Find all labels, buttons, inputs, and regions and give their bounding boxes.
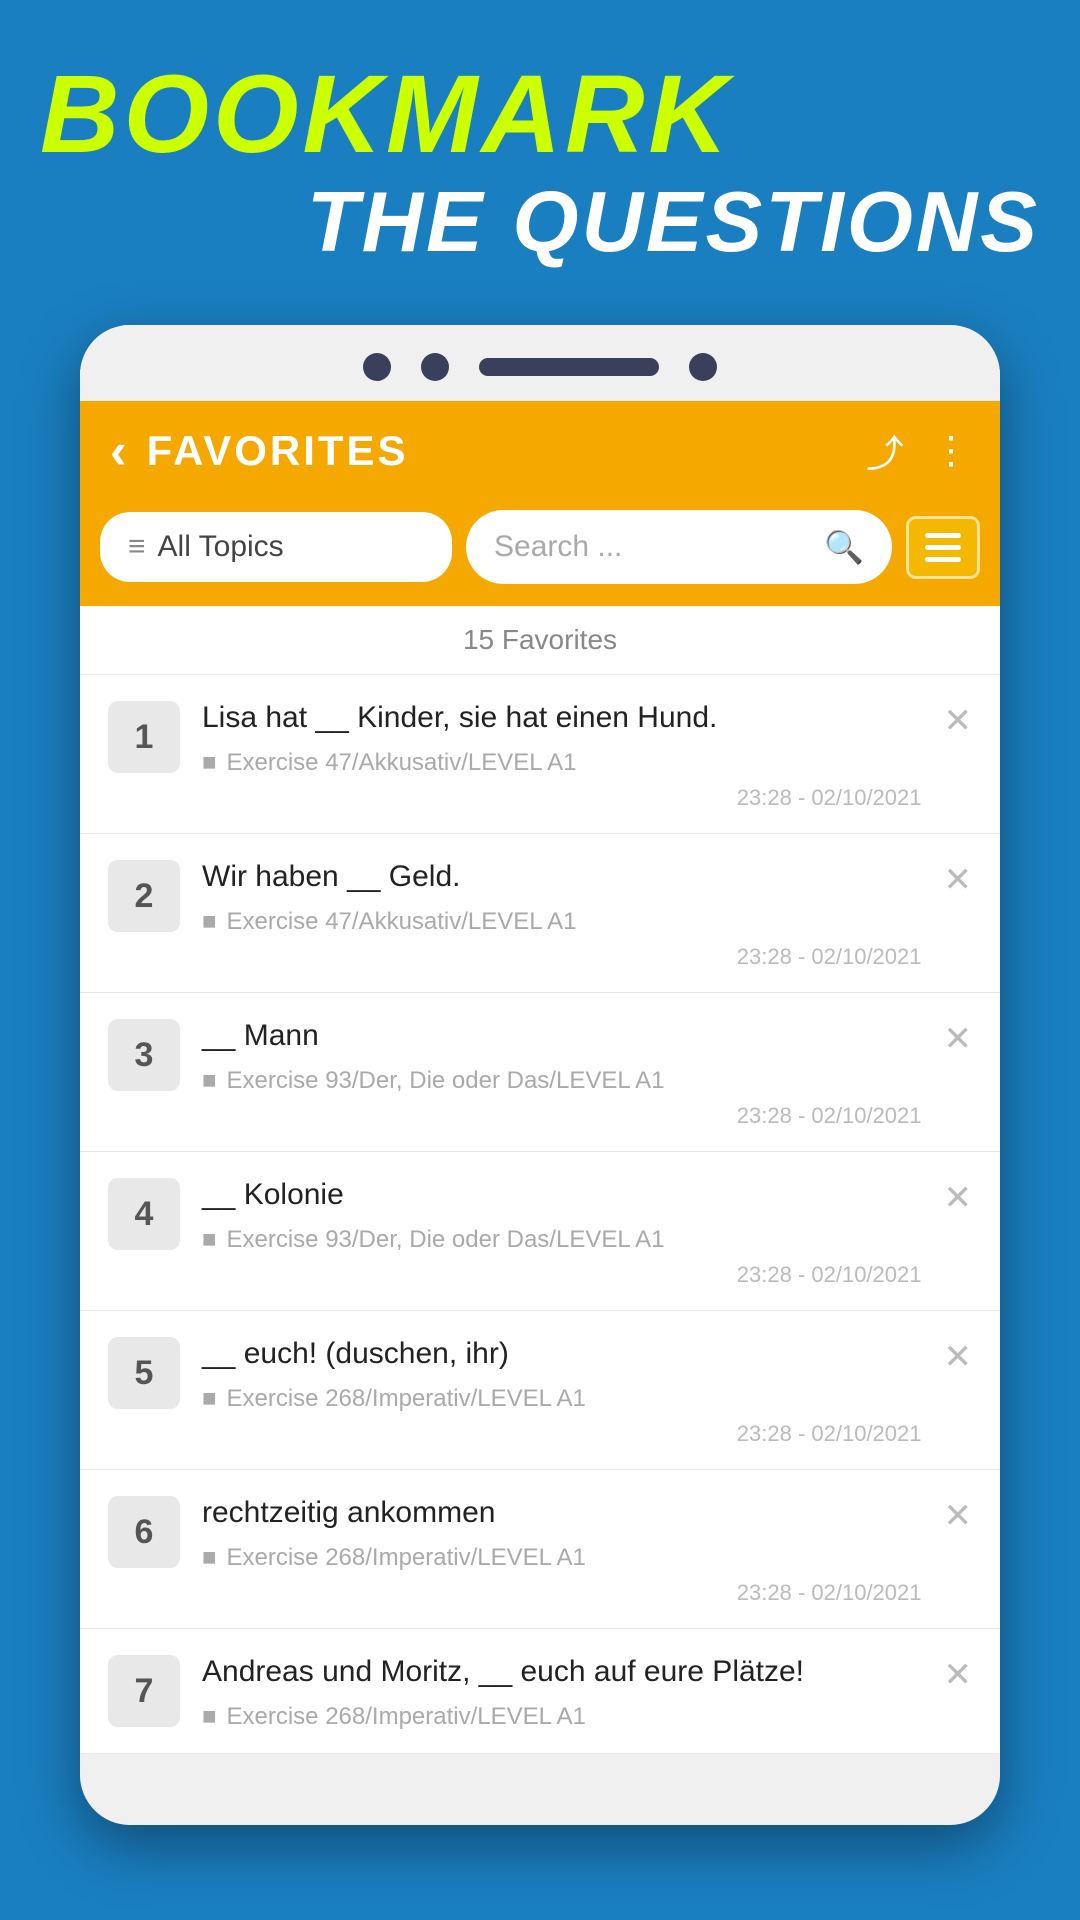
menu-line-2 <box>925 545 961 550</box>
list-item: 2 Wir haben __ Geld. ■ Exercise 47/Akkus… <box>80 834 1000 993</box>
remove-button-6[interactable]: ✕ <box>944 1496 973 1536</box>
pill-indicator <box>479 358 659 376</box>
item-body-4: __ Kolonie ■ Exercise 93/Der, Die oder D… <box>202 1174 922 1288</box>
menu-line-3 <box>925 557 961 562</box>
item-sub-2: ■ Exercise 47/Akkusativ/LEVEL A1 <box>202 908 922 936</box>
app-header: ‹ FAVORITES ⤴ ⋮ <box>80 401 1000 500</box>
list-item: 6 rechtzeitig ankommen ■ Exercise 268/Im… <box>80 1470 1000 1629</box>
search-input-button[interactable]: Search ... 🔍 <box>466 510 892 584</box>
item-number-6: 6 <box>108 1496 180 1568</box>
remove-button-4[interactable]: ✕ <box>944 1178 973 1218</box>
filter-button[interactable]: ≡ All Topics <box>100 512 452 582</box>
item-exercise-5: Exercise 268/Imperativ/LEVEL A1 <box>227 1385 586 1413</box>
list-item: 1 Lisa hat __ Kinder, sie hat einen Hund… <box>80 675 1000 834</box>
headline-questions: THE QUESTIONS <box>40 180 1040 265</box>
filter-icon: ≡ <box>128 530 146 564</box>
doc-icon-6: ■ <box>202 1544 217 1572</box>
phone-mockup: ‹ FAVORITES ⤴ ⋮ ≡ All Topics Search ... … <box>80 325 1000 1825</box>
item-question-5: __ euch! (duschen, ihr) <box>202 1333 922 1375</box>
dot-2 <box>421 353 449 381</box>
item-exercise-2: Exercise 47/Akkusativ/LEVEL A1 <box>227 908 577 936</box>
item-sub-3: ■ Exercise 93/Der, Die oder Das/LEVEL A1 <box>202 1067 922 1095</box>
item-sub-1: ■ Exercise 47/Akkusativ/LEVEL A1 <box>202 749 922 777</box>
list-count: 15 Favorites <box>463 624 617 655</box>
item-question-4: __ Kolonie <box>202 1174 922 1216</box>
item-body-1: Lisa hat __ Kinder, sie hat einen Hund. … <box>202 697 922 811</box>
back-button[interactable]: ‹ <box>110 426 127 476</box>
item-number-4: 4 <box>108 1178 180 1250</box>
menu-line-1 <box>925 533 961 538</box>
filter-text: All Topics <box>158 530 284 564</box>
item-sub-4: ■ Exercise 93/Der, Die oder Das/LEVEL A1 <box>202 1226 922 1254</box>
item-timestamp-4: 23:28 - 02/10/2021 <box>202 1262 922 1288</box>
favorites-list: 1 Lisa hat __ Kinder, sie hat einen Hund… <box>80 675 1000 1754</box>
item-sub-7: ■ Exercise 268/Imperativ/LEVEL A1 <box>202 1703 922 1731</box>
phone-top-bar <box>80 325 1000 401</box>
remove-button-5[interactable]: ✕ <box>944 1337 973 1377</box>
menu-button[interactable] <box>906 516 980 579</box>
list-item: 5 __ euch! (duschen, ihr) ■ Exercise 268… <box>80 1311 1000 1470</box>
header-title: FAVORITES <box>147 427 409 475</box>
item-exercise-1: Exercise 47/Akkusativ/LEVEL A1 <box>227 749 577 777</box>
item-timestamp-2: 23:28 - 02/10/2021 <box>202 944 922 970</box>
item-timestamp-1: 23:28 - 02/10/2021 <box>202 785 922 811</box>
list-item: 4 __ Kolonie ■ Exercise 93/Der, Die oder… <box>80 1152 1000 1311</box>
remove-button-7[interactable]: ✕ <box>944 1655 973 1695</box>
doc-icon-2: ■ <box>202 908 217 936</box>
item-exercise-6: Exercise 268/Imperativ/LEVEL A1 <box>227 1544 586 1572</box>
dot-1 <box>363 353 391 381</box>
headline-bookmark: BOOKMARK <box>40 60 1040 170</box>
item-sub-6: ■ Exercise 268/Imperativ/LEVEL A1 <box>202 1544 922 1572</box>
item-body-3: __ Mann ■ Exercise 93/Der, Die oder Das/… <box>202 1015 922 1129</box>
doc-icon-4: ■ <box>202 1226 217 1254</box>
item-timestamp-5: 23:28 - 02/10/2021 <box>202 1421 922 1447</box>
item-timestamp-3: 23:28 - 02/10/2021 <box>202 1103 922 1129</box>
item-number-5: 5 <box>108 1337 180 1409</box>
item-question-2: Wir haben __ Geld. <box>202 856 922 898</box>
item-sub-5: ■ Exercise 268/Imperativ/LEVEL A1 <box>202 1385 922 1413</box>
doc-icon-7: ■ <box>202 1703 217 1731</box>
doc-icon-5: ■ <box>202 1385 217 1413</box>
item-body-2: Wir haben __ Geld. ■ Exercise 47/Akkusat… <box>202 856 922 970</box>
search-icon: 🔍 <box>824 528 864 566</box>
list-item: 3 __ Mann ■ Exercise 93/Der, Die oder Da… <box>80 993 1000 1152</box>
remove-button-1[interactable]: ✕ <box>944 701 973 741</box>
item-timestamp-6: 23:28 - 02/10/2021 <box>202 1580 922 1606</box>
remove-button-3[interactable]: ✕ <box>944 1019 973 1059</box>
dot-3 <box>689 353 717 381</box>
item-question-1: Lisa hat __ Kinder, sie hat einen Hund. <box>202 697 922 739</box>
item-exercise-4: Exercise 93/Der, Die oder Das/LEVEL A1 <box>227 1226 665 1254</box>
search-placeholder: Search ... <box>494 530 814 564</box>
share-button[interactable]: ⤴ <box>866 423 904 478</box>
remove-button-2[interactable]: ✕ <box>944 860 973 900</box>
item-exercise-3: Exercise 93/Der, Die oder Das/LEVEL A1 <box>227 1067 665 1095</box>
item-question-7: Andreas und Moritz, __ euch auf eure Plä… <box>202 1651 922 1693</box>
search-bar-row: ≡ All Topics Search ... 🔍 <box>80 500 1000 606</box>
doc-icon-1: ■ <box>202 749 217 777</box>
item-body-6: rechtzeitig ankommen ■ Exercise 268/Impe… <box>202 1492 922 1606</box>
item-body-5: __ euch! (duschen, ihr) ■ Exercise 268/I… <box>202 1333 922 1447</box>
item-number-2: 2 <box>108 860 180 932</box>
item-body-7: Andreas und Moritz, __ euch auf eure Plä… <box>202 1651 922 1731</box>
item-number-3: 3 <box>108 1019 180 1091</box>
item-question-6: rechtzeitig ankommen <box>202 1492 922 1534</box>
more-button[interactable]: ⋮ <box>932 428 970 473</box>
doc-icon-3: ■ <box>202 1067 217 1095</box>
list-header: 15 Favorites <box>80 606 1000 675</box>
item-number-1: 1 <box>108 701 180 773</box>
item-exercise-7: Exercise 268/Imperativ/LEVEL A1 <box>227 1703 586 1731</box>
item-question-3: __ Mann <box>202 1015 922 1057</box>
list-item: 7 Andreas und Moritz, __ euch auf eure P… <box>80 1629 1000 1754</box>
item-number-7: 7 <box>108 1655 180 1727</box>
